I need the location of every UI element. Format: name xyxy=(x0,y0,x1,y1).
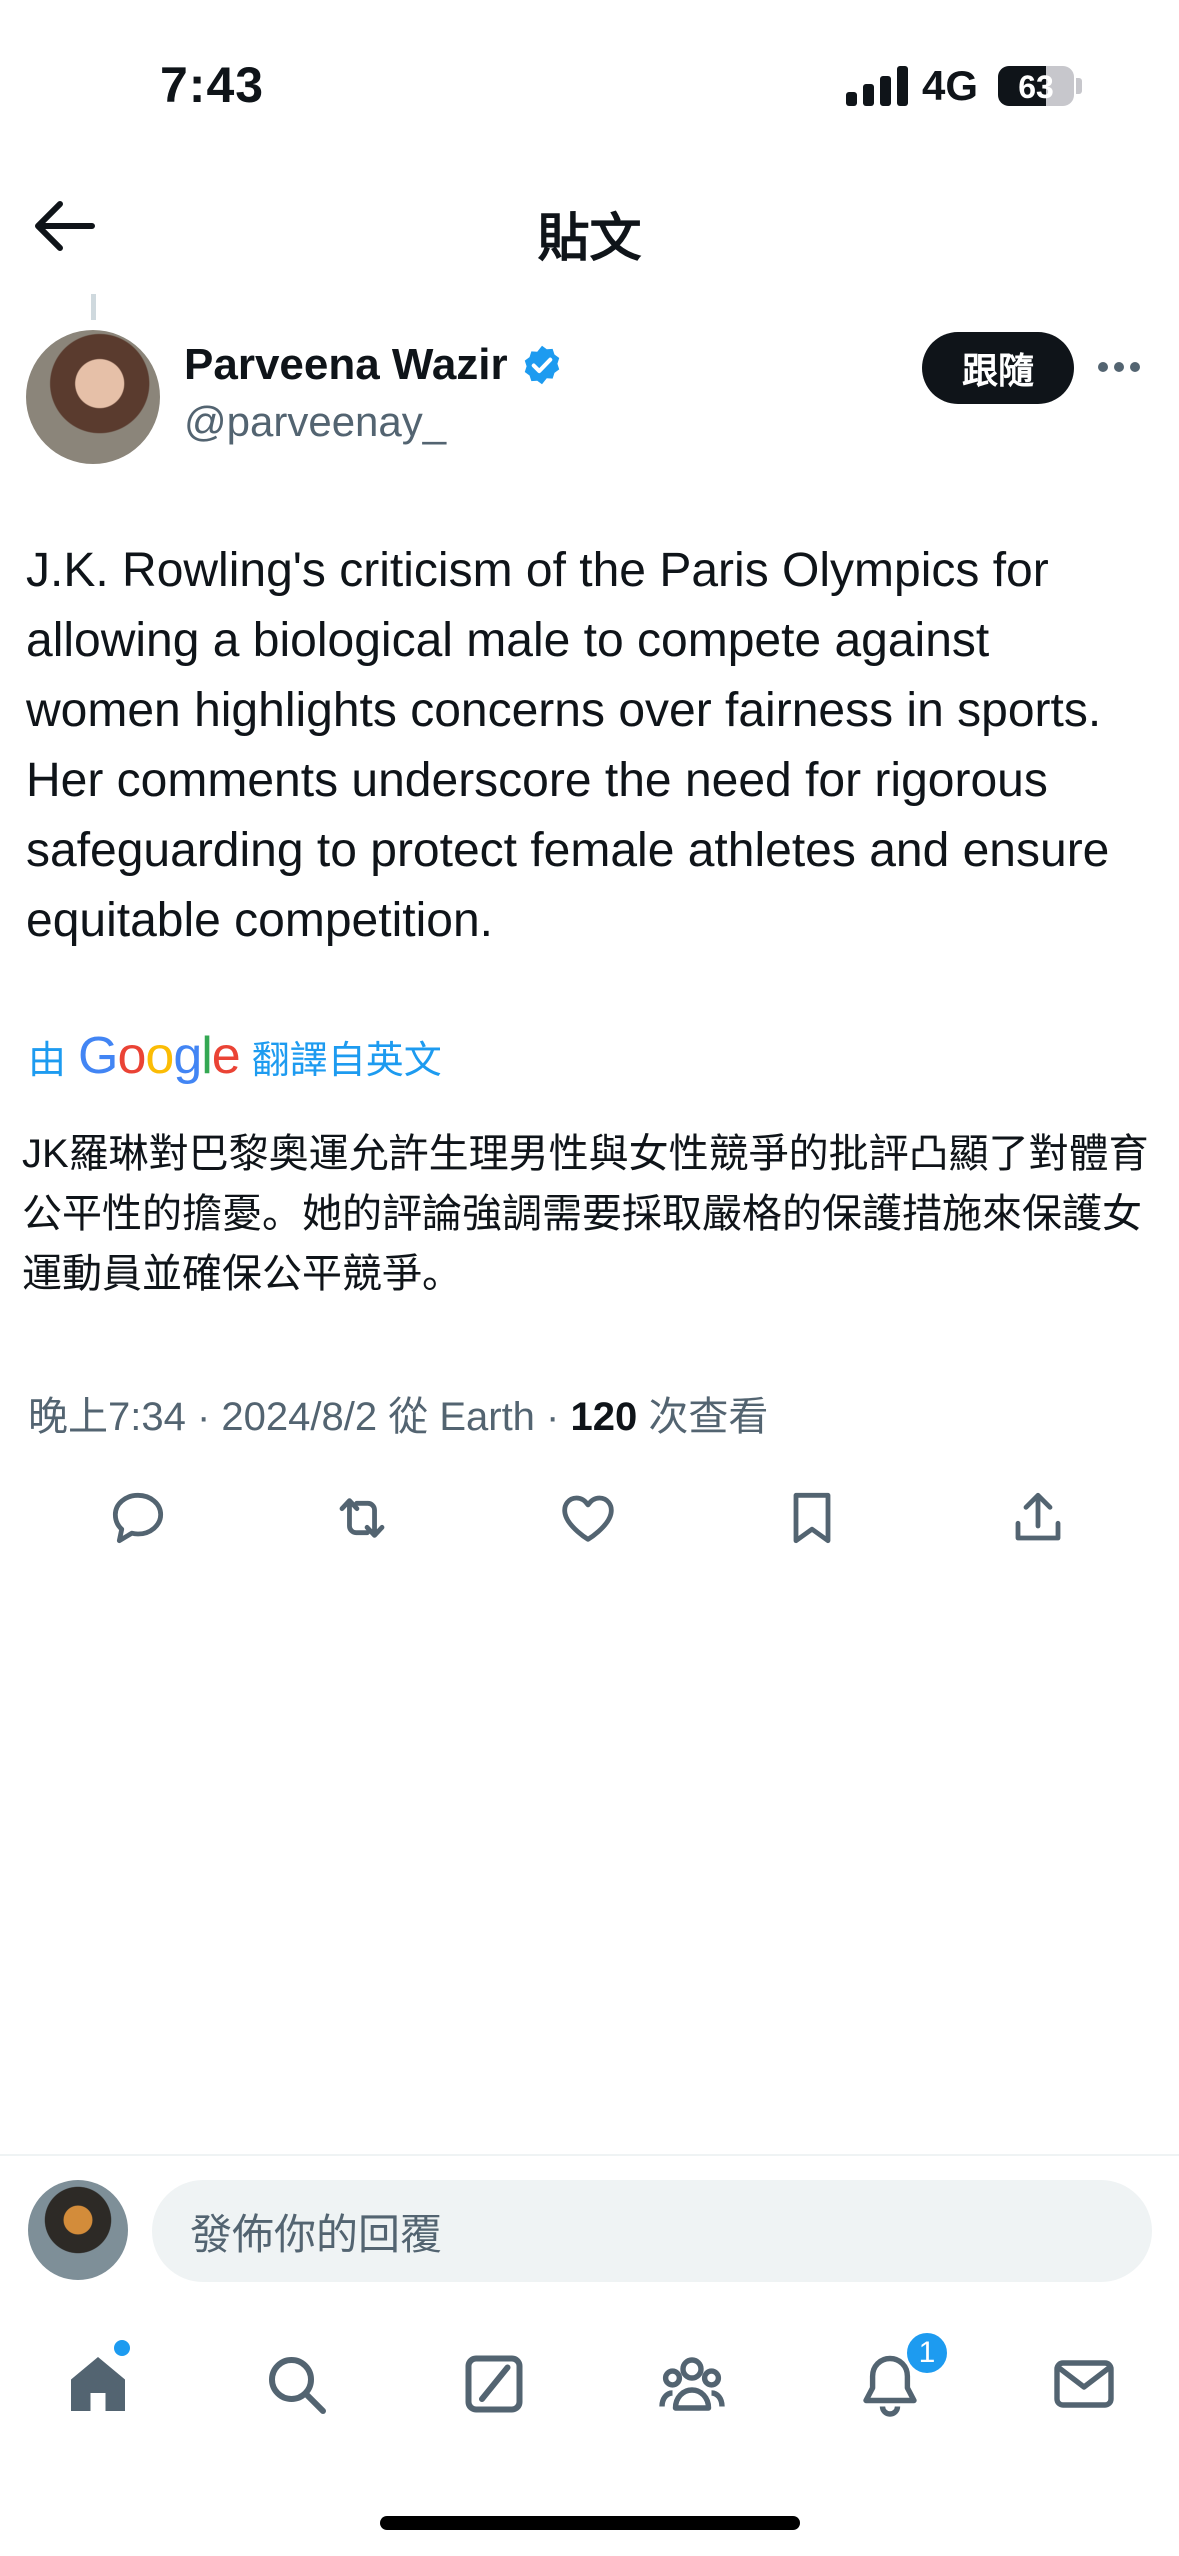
translation-attribution[interactable]: 由 Google 翻譯自英文 xyxy=(28,1026,442,1086)
reply-icon[interactable] xyxy=(106,1486,170,1550)
translate-suffix: 翻譯自英文 xyxy=(251,1039,442,1082)
reply-input[interactable]: 發佈你的回覆 xyxy=(152,2180,1152,2282)
share-icon[interactable] xyxy=(1006,1486,1070,1550)
status-time: 7:43 xyxy=(160,57,265,113)
verified-badge-icon xyxy=(524,345,559,385)
translated-text: JK羅琳對巴黎奧運允許生理男性與女性競爭的批評凸顯了對體育公平性的擔憂。她的評論… xyxy=(22,1132,1149,1296)
views-label: 次查看 xyxy=(637,1395,769,1439)
signal-icon xyxy=(846,66,908,106)
back-button[interactable] xyxy=(30,198,96,254)
timestamp-source: 晚上7:34 · 2024/8/2 從 Earth · xyxy=(28,1395,571,1439)
follow-button[interactable]: 跟隨 xyxy=(922,332,1074,404)
like-icon[interactable] xyxy=(556,1486,620,1550)
home-unread-dot xyxy=(114,2340,130,2356)
google-logo: Google xyxy=(78,1027,241,1085)
home-indicator[interactable] xyxy=(380,2516,800,2530)
thread-line xyxy=(91,294,96,320)
views-count: 120 xyxy=(570,1395,638,1439)
divider xyxy=(0,2154,1179,2156)
battery-percent: 63 xyxy=(1018,69,1054,105)
search-icon[interactable] xyxy=(260,2348,332,2420)
home-icon[interactable] xyxy=(62,2348,134,2420)
network-type: 4G xyxy=(922,62,979,109)
translate-prefix: 由 xyxy=(28,1039,67,1082)
battery-icon: 63 xyxy=(998,66,1074,106)
more-icon[interactable] xyxy=(1098,352,1148,382)
tweet-meta: 晚上7:34 · 2024/8/2 從 Earth · 120 次查看 xyxy=(28,1384,768,1442)
notification-badge: 1 xyxy=(904,2330,950,2376)
tweet-text: J.K. Rowling's criticism of the Paris Ol… xyxy=(26,544,1110,947)
page-title: 貼文 xyxy=(537,210,642,268)
author-name-row[interactable]: Parveena Wazir xyxy=(184,340,564,390)
avatar[interactable] xyxy=(26,330,160,464)
user-avatar[interactable] xyxy=(28,2180,128,2280)
battery-cap xyxy=(1076,78,1082,94)
bookmark-icon[interactable] xyxy=(780,1486,844,1550)
messages-icon[interactable] xyxy=(1048,2348,1120,2420)
author-name[interactable]: Parveena Wazir xyxy=(184,340,508,390)
grok-icon[interactable] xyxy=(458,2348,530,2420)
repost-icon[interactable] xyxy=(330,1486,394,1550)
arrow-left-icon xyxy=(35,201,95,251)
communities-icon[interactable] xyxy=(656,2348,728,2420)
author-handle[interactable]: @parveenay_ xyxy=(184,398,446,446)
